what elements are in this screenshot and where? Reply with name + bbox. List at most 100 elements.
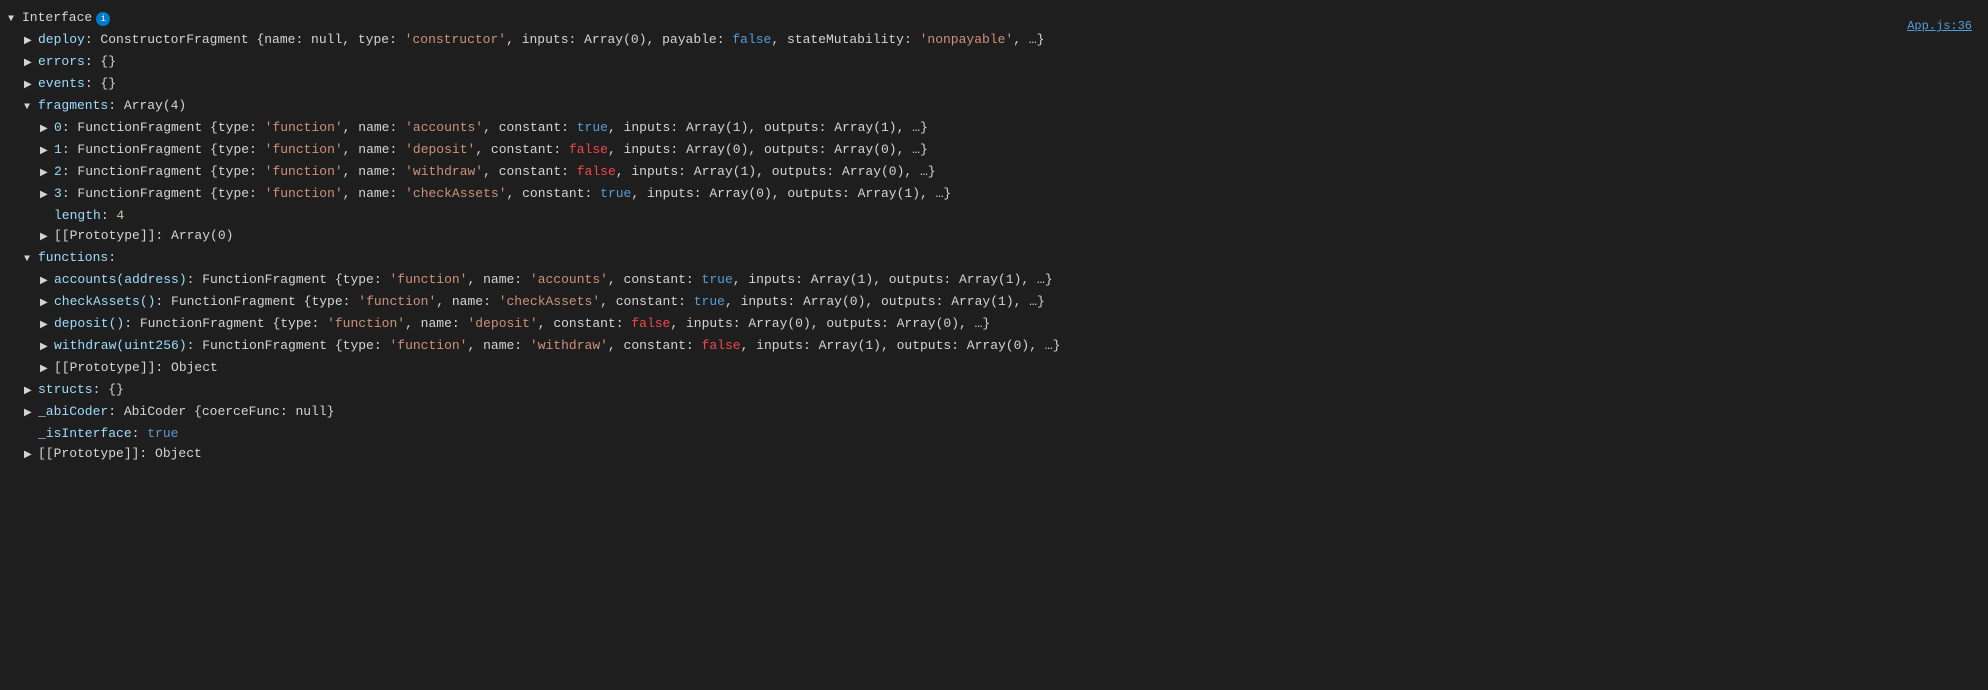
errors-toggle[interactable] <box>24 52 38 74</box>
func-accounts-line: accounts(address) : FunctionFragment {ty… <box>0 270 1988 292</box>
func-deposit-key: deposit() <box>54 314 124 334</box>
fragment-2-constant: false <box>577 162 616 182</box>
func-deposit-line: deposit() : FunctionFragment {type: 'fun… <box>0 314 1988 336</box>
func-accounts-mid2: , constant: <box>608 270 702 290</box>
fragment-1-mid1: , name: <box>343 140 405 160</box>
fragment-2-toggle[interactable] <box>40 162 54 184</box>
fragment-3-toggle[interactable] <box>40 184 54 206</box>
fragments-prototype-toggle[interactable] <box>40 226 54 248</box>
fragment-3-prefix: FunctionFragment {type: <box>77 184 264 204</box>
structs-value: {} <box>108 380 124 400</box>
deploy-value-mid: , inputs: Array(0), payable: <box>506 30 732 50</box>
func-checkassets-constant: true <box>694 292 725 312</box>
func-checkassets-name-str: 'checkAssets' <box>499 292 600 312</box>
func-checkassets-end: , inputs: Array(0), outputs: Array(1), …… <box>725 292 1045 312</box>
fragments-toggle[interactable] <box>24 96 38 118</box>
fragment-0-prefix: FunctionFragment {type: <box>77 118 264 138</box>
fragment-2-line: 2 : FunctionFragment {type: 'function' ,… <box>0 162 1988 184</box>
func-deposit-end: , inputs: Array(0), outputs: Array(0), …… <box>670 314 990 334</box>
root-prototype-toggle[interactable] <box>24 444 38 466</box>
fragment-0-key: 0 <box>54 118 62 138</box>
structs-toggle[interactable] <box>24 380 38 402</box>
events-toggle[interactable] <box>24 74 38 96</box>
root-toggle[interactable] <box>8 8 22 30</box>
func-withdraw-prefix: FunctionFragment {type: <box>202 336 389 356</box>
func-withdraw-toggle[interactable] <box>40 336 54 358</box>
abicoder-value: AbiCoder {coerceFunc: null} <box>124 402 335 422</box>
errors-line: errors : {} <box>0 52 1988 74</box>
fragment-1-constant: false <box>569 140 608 160</box>
length-spacer <box>40 206 54 226</box>
events-key: events <box>38 74 85 94</box>
fragment-1-line: 1 : FunctionFragment {type: 'function' ,… <box>0 140 1988 162</box>
func-deposit-constant: false <box>631 314 670 334</box>
structs-line: structs : {} <box>0 380 1988 402</box>
func-deposit-toggle[interactable] <box>40 314 54 336</box>
func-withdraw-end: , inputs: Array(1), outputs: Array(0), …… <box>741 336 1061 356</box>
fragments-value: Array(4) <box>124 96 186 116</box>
file-reference[interactable]: App.js:36 <box>1907 16 1972 36</box>
func-accounts-colon: : <box>187 270 203 290</box>
fragment-2-type-str: 'function' <box>265 162 343 182</box>
events-value: {} <box>100 74 116 94</box>
deploy-value-end: , …} <box>1013 30 1044 50</box>
functions-prototype-toggle[interactable] <box>40 358 54 380</box>
functions-line: functions : <box>0 248 1988 270</box>
console-container: App.js:36 Interface i deploy : Construct… <box>0 8 1988 682</box>
func-checkassets-prefix: FunctionFragment {type: <box>171 292 358 312</box>
fragments-line: fragments : Array(4) <box>0 96 1988 118</box>
root-prototype-value: [[Prototype]]: Object <box>38 444 202 464</box>
func-accounts-key: accounts(address) <box>54 270 187 290</box>
func-checkassets-mid1: , name: <box>436 292 498 312</box>
fragment-1-toggle[interactable] <box>40 140 54 162</box>
deploy-type-string: 'constructor' <box>405 30 506 50</box>
errors-colon: : <box>85 52 101 72</box>
isinterface-colon: : <box>132 424 148 444</box>
func-accounts-prefix: FunctionFragment {type: <box>202 270 389 290</box>
length-colon: : <box>101 206 117 226</box>
errors-value: {} <box>100 52 116 72</box>
fragment-3-type-str: 'function' <box>265 184 343 204</box>
func-checkassets-line: checkAssets() : FunctionFragment {type: … <box>0 292 1988 314</box>
fragment-3-line: 3 : FunctionFragment {type: 'function' ,… <box>0 184 1988 206</box>
functions-prototype-line: [[Prototype]]: Object <box>0 358 1988 380</box>
abicoder-colon: : <box>108 402 124 422</box>
func-accounts-constant: true <box>702 270 733 290</box>
func-accounts-type-str: 'function' <box>389 270 467 290</box>
fragment-3-key: 3 <box>54 184 62 204</box>
structs-key: structs <box>38 380 93 400</box>
events-line: events : {} <box>0 74 1988 96</box>
fragment-1-prefix: FunctionFragment {type: <box>77 140 264 160</box>
func-deposit-name-str: 'deposit' <box>468 314 538 334</box>
functions-toggle[interactable] <box>24 248 38 270</box>
func-checkassets-colon: : <box>155 292 171 312</box>
func-withdraw-type-str: 'function' <box>389 336 467 356</box>
fragment-2-mid2: , constant: <box>483 162 577 182</box>
fragments-length-line: length : 4 <box>0 206 1988 226</box>
func-checkassets-type-str: 'function' <box>358 292 436 312</box>
abicoder-toggle[interactable] <box>24 402 38 424</box>
functions-prototype-value: [[Prototype]]: Object <box>54 358 218 378</box>
deploy-value-prefix: ConstructorFragment {name: null, type: <box>100 30 404 50</box>
fragment-3-colon: : <box>62 184 78 204</box>
func-checkassets-toggle[interactable] <box>40 292 54 314</box>
info-badge: i <box>96 12 110 26</box>
fragment-1-colon: : <box>62 140 78 160</box>
fragment-1-end: , inputs: Array(0), outputs: Array(0), …… <box>608 140 928 160</box>
fragments-prototype-value: [[Prototype]]: Array(0) <box>54 226 233 246</box>
func-deposit-mid1: , name: <box>405 314 467 334</box>
fragment-0-mid1: , name: <box>343 118 405 138</box>
fragments-key: fragments <box>38 96 108 116</box>
errors-key: errors <box>38 52 85 72</box>
func-withdraw-key: withdraw(uint256) <box>54 336 187 356</box>
deploy-toggle[interactable] <box>24 30 38 52</box>
func-deposit-prefix: FunctionFragment {type: <box>140 314 327 334</box>
fragments-colon: : <box>108 96 124 116</box>
functions-key: functions <box>38 248 108 268</box>
func-withdraw-name-str: 'withdraw' <box>530 336 608 356</box>
deploy-mutability-string: 'nonpayable' <box>920 30 1014 50</box>
fragment-0-toggle[interactable] <box>40 118 54 140</box>
isinterface-line: _isInterface : true <box>0 424 1988 444</box>
fragment-2-key: 2 <box>54 162 62 182</box>
func-accounts-toggle[interactable] <box>40 270 54 292</box>
